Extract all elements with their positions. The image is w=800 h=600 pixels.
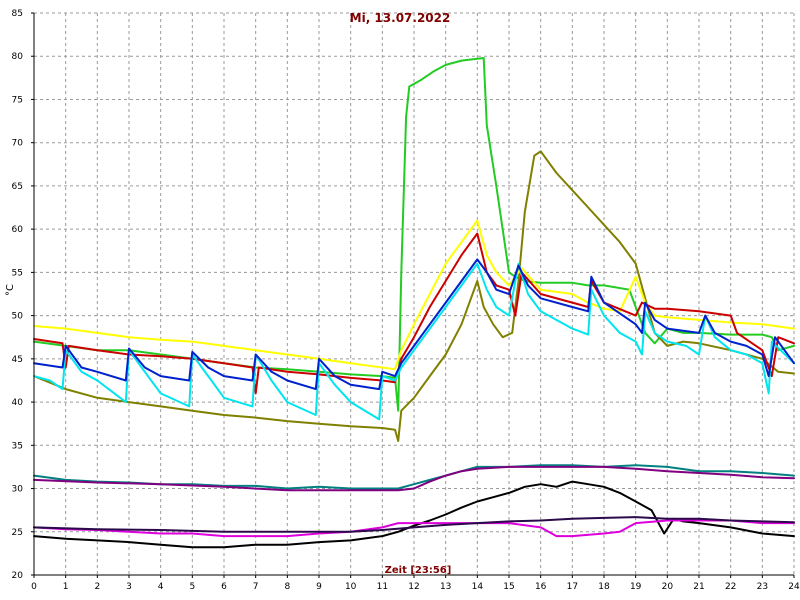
y-tick-label: 80 [12,52,24,62]
x-tick-label: 5 [189,582,195,592]
x-axis-label: Zeit [23:56] [385,565,452,576]
x-tick-label: 24 [788,582,800,592]
x-tick-label: 15 [503,582,514,592]
x-tick-label: 2 [94,582,100,592]
y-tick-label: 60 [12,225,24,235]
x-tick-label: 7 [253,582,259,592]
chart-title: Mi, 13.07.2022 [350,11,451,25]
x-tick-label: 21 [693,582,704,592]
x-tick-label: 10 [345,582,357,592]
y-tick-label: 65 [12,182,23,192]
x-tick-label: 1 [63,582,69,592]
y-tick-label: 20 [12,571,24,581]
x-tick-label: 23 [757,582,768,592]
x-tick-label: 4 [158,582,164,592]
x-tick-label: 20 [662,582,674,592]
temperature-chart: 0 1 2 3 4 5 6 7 8 9 10 11 12 13 14 15 16 17 18 19 20 21 22 23 24… [0,0,800,600]
y-tick-label: 25 [12,528,23,538]
x-tick-label: 17 [567,582,578,592]
y-tick-label: 75 [12,95,23,105]
x-tick-label: 11 [377,582,388,592]
x-tick-label: 12 [408,582,419,592]
x-tick-label: 13 [440,582,451,592]
y-tick-label: 35 [12,441,23,451]
y-tick-label: 40 [12,398,24,408]
x-tick-label: 0 [31,582,37,592]
y-axis-label: °C [5,284,16,296]
x-tick-label: 19 [630,582,642,592]
x-tick-label: 22 [725,582,736,592]
x-tick-label: 8 [284,582,290,592]
y-tick-label: 45 [12,355,23,365]
x-tick-label: 3 [126,582,132,592]
x-tick-label: 9 [316,582,322,592]
y-tick-label: 30 [12,485,24,495]
x-tick-label: 16 [535,582,547,592]
y-tick-label: 50 [12,312,24,322]
y-tick-label: 70 [12,139,24,149]
x-tick-label: 14 [472,582,484,592]
x-tick-label: 6 [221,582,227,592]
x-tick-label: 18 [598,582,610,592]
y-tick-label: 55 [12,268,23,278]
y-tick-label: 85 [12,9,23,19]
